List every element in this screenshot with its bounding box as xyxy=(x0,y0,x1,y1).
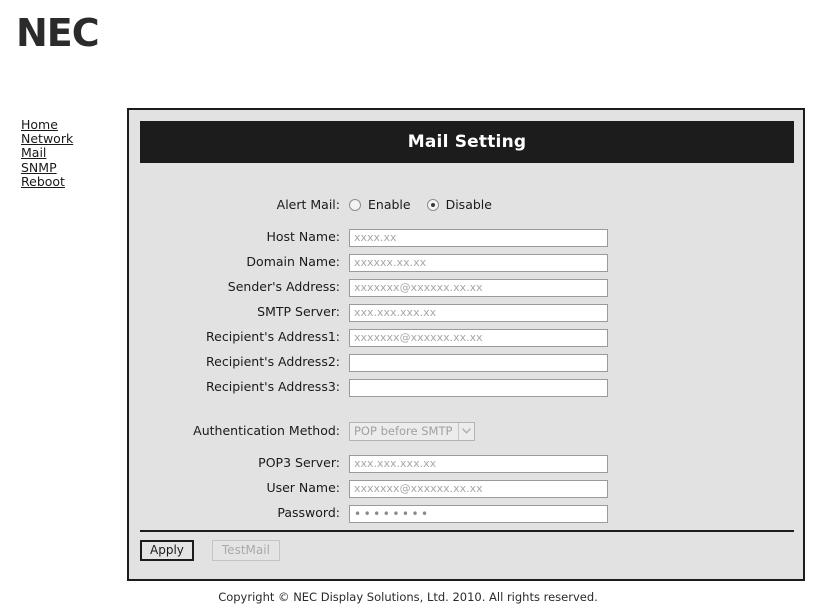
chevron-down-icon xyxy=(458,422,474,440)
row-recipient-1: Recipient's Address1: xyxy=(129,324,807,349)
auth-method-selected-value: POP before SMTP xyxy=(354,424,453,439)
label-recipient-2: Recipient's Address2: xyxy=(206,354,340,369)
radio-enable-label: Enable xyxy=(368,197,411,212)
label-password: Password: xyxy=(277,505,340,520)
nec-logo: NEC xyxy=(16,11,100,55)
pop3-server-input[interactable] xyxy=(349,454,608,473)
testmail-button[interactable]: TestMail xyxy=(211,540,280,561)
button-separator xyxy=(140,530,794,532)
domain-name-input[interactable] xyxy=(349,253,608,272)
label-pop3-server: POP3 Server: xyxy=(258,455,340,470)
sidebar-item-network[interactable]: Network xyxy=(21,132,121,146)
label-sender-address: Sender's Address: xyxy=(227,279,340,294)
row-password: Password: xyxy=(129,500,807,525)
radio-disable[interactable] xyxy=(426,198,439,211)
radio-enable-wrap[interactable]: Enable xyxy=(349,197,411,212)
sidebar-nav: Home Network Mail SNMP Reboot xyxy=(21,117,121,189)
page-root: NEC Home Network Mail SNMP Reboot Mail S… xyxy=(0,0,816,615)
copyright-footer: Copyright © NEC Display Solutions, Ltd. … xyxy=(218,590,598,604)
label-host-name: Host Name: xyxy=(266,229,340,244)
page-title: Mail Setting xyxy=(140,121,794,163)
label-auth-method: Authentication Method: xyxy=(193,423,340,438)
sender-address-input[interactable] xyxy=(349,278,608,297)
label-recipient-3: Recipient's Address3: xyxy=(206,379,340,394)
radio-disable-wrap[interactable]: Disable xyxy=(426,197,492,212)
label-user-name: User Name: xyxy=(266,480,340,495)
sidebar-item-home[interactable]: Home xyxy=(21,117,121,132)
label-recipient-1: Recipient's Address1: xyxy=(206,329,340,344)
sidebar-item-snmp[interactable]: SNMP xyxy=(21,160,121,175)
row-host-name: Host Name: xyxy=(129,224,807,249)
row-pop3-server: POP3 Server: xyxy=(129,450,807,475)
user-name-input[interactable] xyxy=(349,479,608,498)
action-buttons: Apply TestMail xyxy=(140,540,280,561)
password-input[interactable] xyxy=(349,504,608,523)
row-smtp-server: SMTP Server: xyxy=(129,299,807,324)
row-domain-name: Domain Name: xyxy=(129,249,807,274)
smtp-server-input[interactable] xyxy=(349,303,608,322)
label-smtp-server: SMTP Server: xyxy=(257,304,340,319)
row-sender-address: Sender's Address: xyxy=(129,274,807,299)
row-alert-mail: Alert Mail: Enable Disable xyxy=(129,192,807,217)
mail-setting-form: Alert Mail: Enable Disable Host Name: xx… xyxy=(129,192,807,525)
recipient-address-3-input[interactable] xyxy=(349,378,608,397)
mail-setting-panel: Mail Setting Alert Mail: Enable Disable xyxy=(127,108,805,581)
row-recipient-3: Recipient's Address3: xyxy=(129,374,807,399)
alert-mail-radio-group: Enable Disable xyxy=(349,197,508,212)
radio-enable[interactable] xyxy=(349,198,361,211)
row-auth-method: Authentication Method: POP before SMTP xyxy=(129,418,807,443)
label-alert-mail: Alert Mail: xyxy=(276,197,340,212)
recipient-address-1-input[interactable] xyxy=(349,328,608,347)
label-domain-name: Domain Name: xyxy=(246,254,340,269)
recipient-address-2-input[interactable] xyxy=(349,353,608,372)
host-name-input[interactable] xyxy=(349,228,608,247)
row-recipient-2: Recipient's Address2: xyxy=(129,349,807,374)
sidebar-item-mail[interactable]: Mail xyxy=(21,146,121,160)
row-user-name: User Name: xyxy=(129,475,807,500)
sidebar-item-reboot[interactable]: Reboot xyxy=(21,174,121,189)
auth-method-select[interactable]: POP before SMTP xyxy=(349,421,476,441)
radio-disable-label: Disable xyxy=(445,197,492,212)
apply-button[interactable]: Apply xyxy=(140,540,194,561)
